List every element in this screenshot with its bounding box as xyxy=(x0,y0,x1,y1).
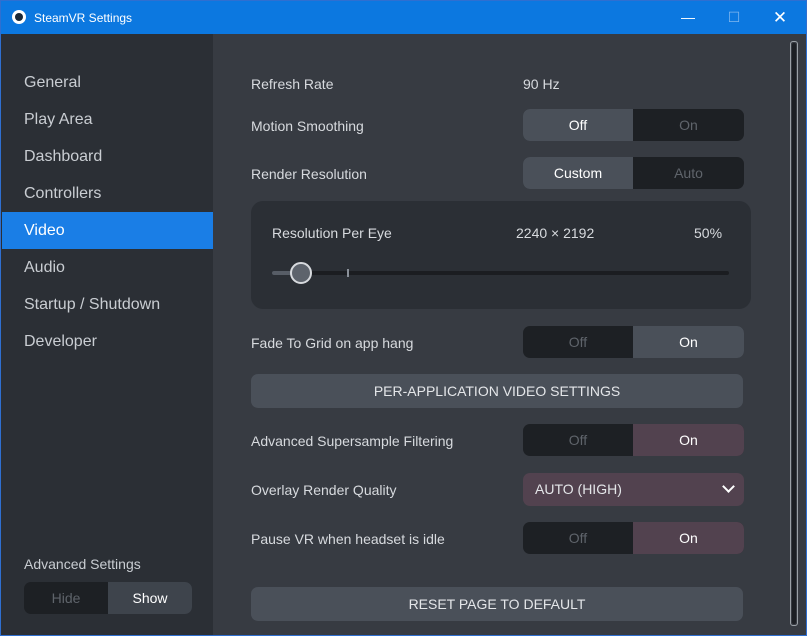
reset-page-button[interactable]: RESET PAGE TO DEFAULT xyxy=(251,587,743,621)
advanced-settings-label: Advanced Settings xyxy=(24,556,141,572)
advanced-supersample-on-option[interactable]: On xyxy=(633,424,744,456)
render-resolution-custom-option[interactable]: Custom xyxy=(523,157,633,189)
pause-vr-on-option[interactable]: On xyxy=(633,522,744,554)
motion-smoothing-label: Motion Smoothing xyxy=(251,118,364,134)
fade-to-grid-off-option[interactable]: Off xyxy=(523,326,633,358)
motion-smoothing-toggle[interactable]: Off On xyxy=(523,109,744,141)
advanced-supersample-toggle[interactable]: Off On xyxy=(523,424,744,456)
render-resolution-auto-option[interactable]: Auto xyxy=(633,157,744,189)
scrollbar[interactable] xyxy=(790,41,798,626)
pause-vr-label: Pause VR when headset is idle xyxy=(251,531,445,547)
render-resolution-toggle[interactable]: Custom Auto xyxy=(523,157,744,189)
minimize-icon[interactable]: — xyxy=(665,1,711,34)
overlay-render-quality-label: Overlay Render Quality xyxy=(251,482,397,498)
video-settings-panel: Refresh Rate 90 Hz Motion Smoothing Off … xyxy=(213,34,806,635)
refresh-rate-label: Refresh Rate xyxy=(251,76,334,92)
sidebar: General Play Area Dashboard Controllers … xyxy=(2,34,217,635)
per-application-video-settings-button[interactable]: PER-APPLICATION VIDEO SETTINGS xyxy=(251,374,743,408)
sidebar-item-dashboard[interactable]: Dashboard xyxy=(2,138,217,175)
resolution-percent-value: 50% xyxy=(694,225,723,241)
resolution-slider-track[interactable] xyxy=(272,262,729,284)
resolution-per-eye-panel: Resolution Per Eye 2240 × 2192 50% xyxy=(251,201,751,309)
overlay-render-quality-value: AUTO (HIGH) xyxy=(535,481,622,497)
motion-smoothing-off-option[interactable]: Off xyxy=(523,109,633,141)
sidebar-item-video[interactable]: Video xyxy=(2,212,217,249)
scrollbar-thumb[interactable] xyxy=(792,43,796,624)
resolution-slider-thumb[interactable] xyxy=(289,262,312,284)
maximize-icon[interactable]: ☐ xyxy=(711,1,757,34)
sidebar-item-startup-shutdown[interactable]: Startup / Shutdown xyxy=(2,286,217,323)
sidebar-item-play-area[interactable]: Play Area xyxy=(2,101,217,138)
sidebar-item-developer[interactable]: Developer xyxy=(2,323,217,360)
sidebar-item-audio[interactable]: Audio xyxy=(2,249,217,286)
advanced-hide-option[interactable]: Hide xyxy=(24,582,108,614)
pause-vr-toggle[interactable]: Off On xyxy=(523,522,744,554)
overlay-render-quality-dropdown[interactable]: AUTO (HIGH) xyxy=(523,473,744,506)
close-icon[interactable]: ✕ xyxy=(757,1,803,34)
title-bar[interactable]: SteamVR Settings — ☐ ✕ xyxy=(1,1,806,34)
resolution-per-eye-label: Resolution Per Eye xyxy=(272,225,392,241)
refresh-rate-value: 90 Hz xyxy=(523,76,560,92)
advanced-supersample-off-option[interactable]: Off xyxy=(523,424,633,456)
advanced-show-option[interactable]: Show xyxy=(108,582,192,614)
render-resolution-label: Render Resolution xyxy=(251,166,367,182)
sidebar-item-controllers[interactable]: Controllers xyxy=(2,175,217,212)
fade-to-grid-label: Fade To Grid on app hang xyxy=(251,335,414,351)
motion-smoothing-on-option[interactable]: On xyxy=(633,109,744,141)
settings-window: SteamVR Settings — ☐ ✕ General Play Area… xyxy=(0,0,807,636)
steamvr-logo-icon xyxy=(12,10,26,24)
advanced-supersample-label: Advanced Supersample Filtering xyxy=(251,433,454,449)
pause-vr-off-option[interactable]: Off xyxy=(523,522,633,554)
sidebar-item-general[interactable]: General xyxy=(2,64,217,101)
chevron-down-icon xyxy=(722,480,735,493)
resolution-default-tick xyxy=(347,269,350,277)
fade-to-grid-toggle[interactable]: Off On xyxy=(523,326,744,358)
fade-to-grid-on-option[interactable]: On xyxy=(633,326,744,358)
advanced-settings-toggle[interactable]: Hide Show xyxy=(24,582,192,614)
window-title: SteamVR Settings xyxy=(34,11,133,25)
resolution-per-eye-value: 2240 × 2192 xyxy=(516,225,595,241)
